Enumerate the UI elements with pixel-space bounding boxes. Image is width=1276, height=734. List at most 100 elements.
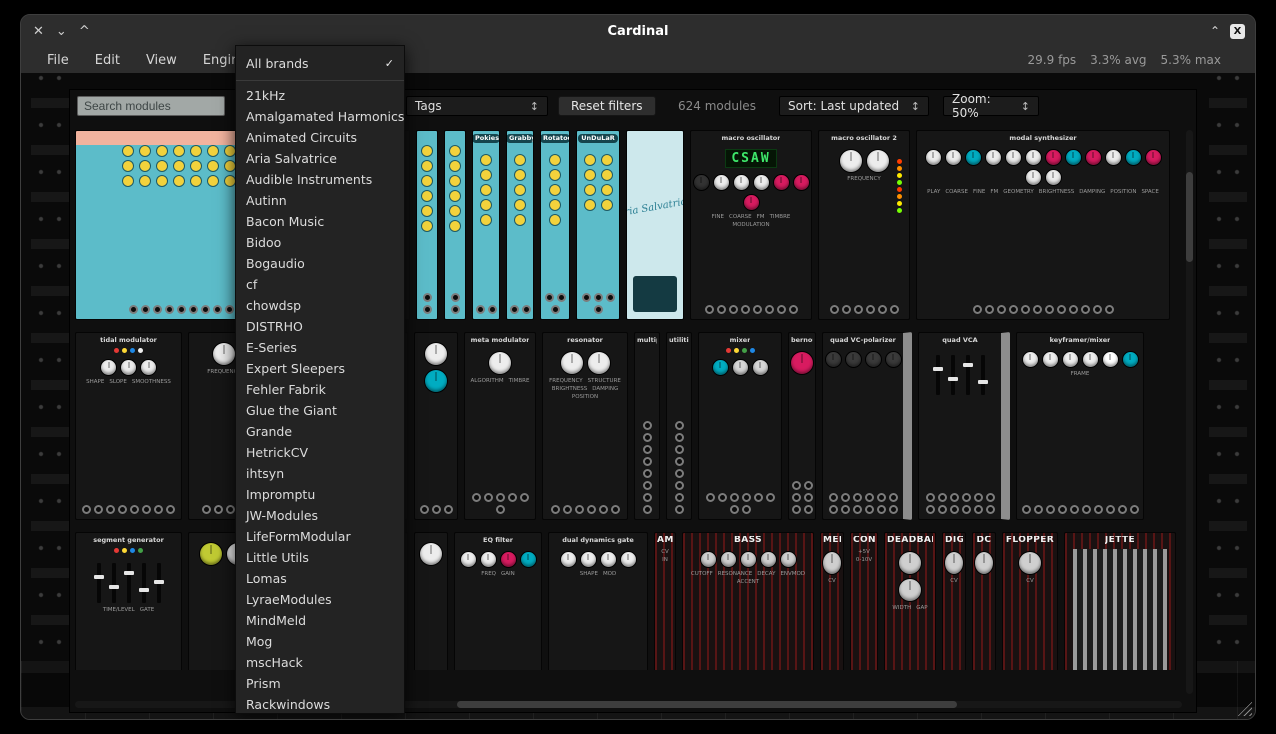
jack[interactable]	[853, 505, 862, 514]
jack[interactable]	[1070, 505, 1079, 514]
module-modal-synthesizer[interactable]: modal synthesizerPLAYCOARSEFINEFMGEOMETR…	[916, 130, 1170, 320]
knob[interactable]	[420, 543, 442, 565]
knob[interactable]	[1023, 352, 1038, 367]
knob[interactable]	[791, 352, 813, 374]
knob[interactable]	[450, 206, 460, 216]
jack[interactable]	[643, 457, 652, 466]
jack[interactable]	[705, 305, 714, 314]
jack[interactable]	[165, 305, 174, 314]
knob[interactable]	[550, 155, 560, 165]
knob[interactable]	[761, 552, 776, 567]
jack[interactable]	[643, 505, 652, 514]
jack[interactable]	[842, 305, 851, 314]
jack[interactable]	[1093, 305, 1102, 314]
knob[interactable]	[121, 360, 136, 375]
knob[interactable]	[986, 150, 1001, 165]
slider-handle[interactable]	[109, 585, 119, 589]
jack[interactable]	[742, 493, 751, 502]
knob[interactable]	[826, 352, 841, 367]
knob[interactable]	[1026, 150, 1041, 165]
jack[interactable]	[865, 493, 874, 502]
knob[interactable]	[225, 161, 235, 171]
jack[interactable]	[510, 305, 519, 314]
brand-option[interactable]: Expert Sleepers	[236, 358, 404, 379]
knob[interactable]	[966, 150, 981, 165]
jack[interactable]	[962, 493, 971, 502]
slider[interactable]	[97, 563, 101, 603]
jack[interactable]	[423, 305, 432, 314]
slider[interactable]	[936, 355, 940, 395]
knob[interactable]	[174, 176, 184, 186]
jack[interactable]	[706, 493, 715, 502]
module-mera[interactable]: MERACV	[820, 532, 844, 670]
jack[interactable]	[557, 293, 566, 302]
knob[interactable]	[174, 161, 184, 171]
knob[interactable]	[561, 352, 583, 374]
slider[interactable]	[157, 563, 161, 603]
brand-option[interactable]: Amalgamated Harmonics	[236, 106, 404, 127]
slider-handle[interactable]	[948, 377, 958, 381]
jack[interactable]	[938, 493, 947, 502]
jack[interactable]	[804, 505, 813, 514]
knob[interactable]	[899, 552, 921, 574]
vertical-scrollbar-thumb[interactable]	[1186, 172, 1193, 262]
jack[interactable]	[1081, 305, 1090, 314]
knob[interactable]	[585, 185, 595, 195]
jack[interactable]	[226, 505, 235, 514]
jack[interactable]	[962, 505, 971, 514]
knob[interactable]	[840, 150, 862, 172]
knob[interactable]	[225, 176, 235, 186]
knob[interactable]	[1066, 150, 1081, 165]
jack[interactable]	[1106, 505, 1115, 514]
jack[interactable]	[444, 505, 453, 514]
brand-option[interactable]: Mog	[236, 631, 404, 652]
knob[interactable]	[602, 155, 612, 165]
knob[interactable]	[481, 185, 491, 195]
jack[interactable]	[938, 505, 947, 514]
knob[interactable]	[123, 176, 133, 186]
jack[interactable]	[974, 493, 983, 502]
module-panel[interactable]	[416, 130, 438, 320]
knob[interactable]	[450, 161, 460, 171]
brand-option[interactable]: Little Utils	[236, 547, 404, 568]
jack[interactable]	[950, 493, 959, 502]
jack[interactable]	[496, 505, 505, 514]
knob[interactable]	[123, 161, 133, 171]
knob[interactable]	[1046, 170, 1061, 185]
knob[interactable]	[1043, 352, 1058, 367]
knob[interactable]	[157, 161, 167, 171]
brand-option[interactable]: Animated Circuits	[236, 127, 404, 148]
module-multiples[interactable]: multiples	[634, 332, 660, 520]
jack[interactable]	[130, 505, 139, 514]
jack[interactable]	[1094, 505, 1103, 514]
jack[interactable]	[496, 493, 505, 502]
slider[interactable]	[112, 563, 116, 603]
module-bernoulli-gate[interactable]: bernoulli gate	[788, 332, 816, 520]
knob[interactable]	[208, 161, 218, 171]
tags-filter-select[interactable]: Tags ↕	[406, 96, 548, 116]
slider[interactable]	[966, 355, 970, 395]
knob[interactable]	[946, 150, 961, 165]
brand-option[interactable]: chowdsp	[236, 295, 404, 316]
slider[interactable]	[142, 563, 146, 603]
slider-handle[interactable]	[963, 363, 973, 367]
knob[interactable]	[561, 552, 576, 567]
jack[interactable]	[599, 505, 608, 514]
jack[interactable]	[214, 505, 223, 514]
jack[interactable]	[522, 305, 531, 314]
knob[interactable]	[1123, 352, 1138, 367]
jack[interactable]	[792, 505, 801, 514]
jack[interactable]	[854, 305, 863, 314]
jack[interactable]	[830, 305, 839, 314]
module-quad-vc-polarizer[interactable]: quad VC-polarizer	[822, 332, 912, 520]
menu-view[interactable]: View	[146, 53, 177, 68]
brand-option[interactable]: LifeFormModular	[236, 526, 404, 547]
knob[interactable]	[926, 150, 941, 165]
jack[interactable]	[643, 445, 652, 454]
jack[interactable]	[718, 493, 727, 502]
brand-option[interactable]: LyraeModules	[236, 589, 404, 610]
knob[interactable]	[489, 352, 511, 374]
module-panel[interactable]	[444, 130, 466, 320]
jack[interactable]	[675, 505, 684, 514]
module-panel[interactable]	[414, 332, 458, 520]
